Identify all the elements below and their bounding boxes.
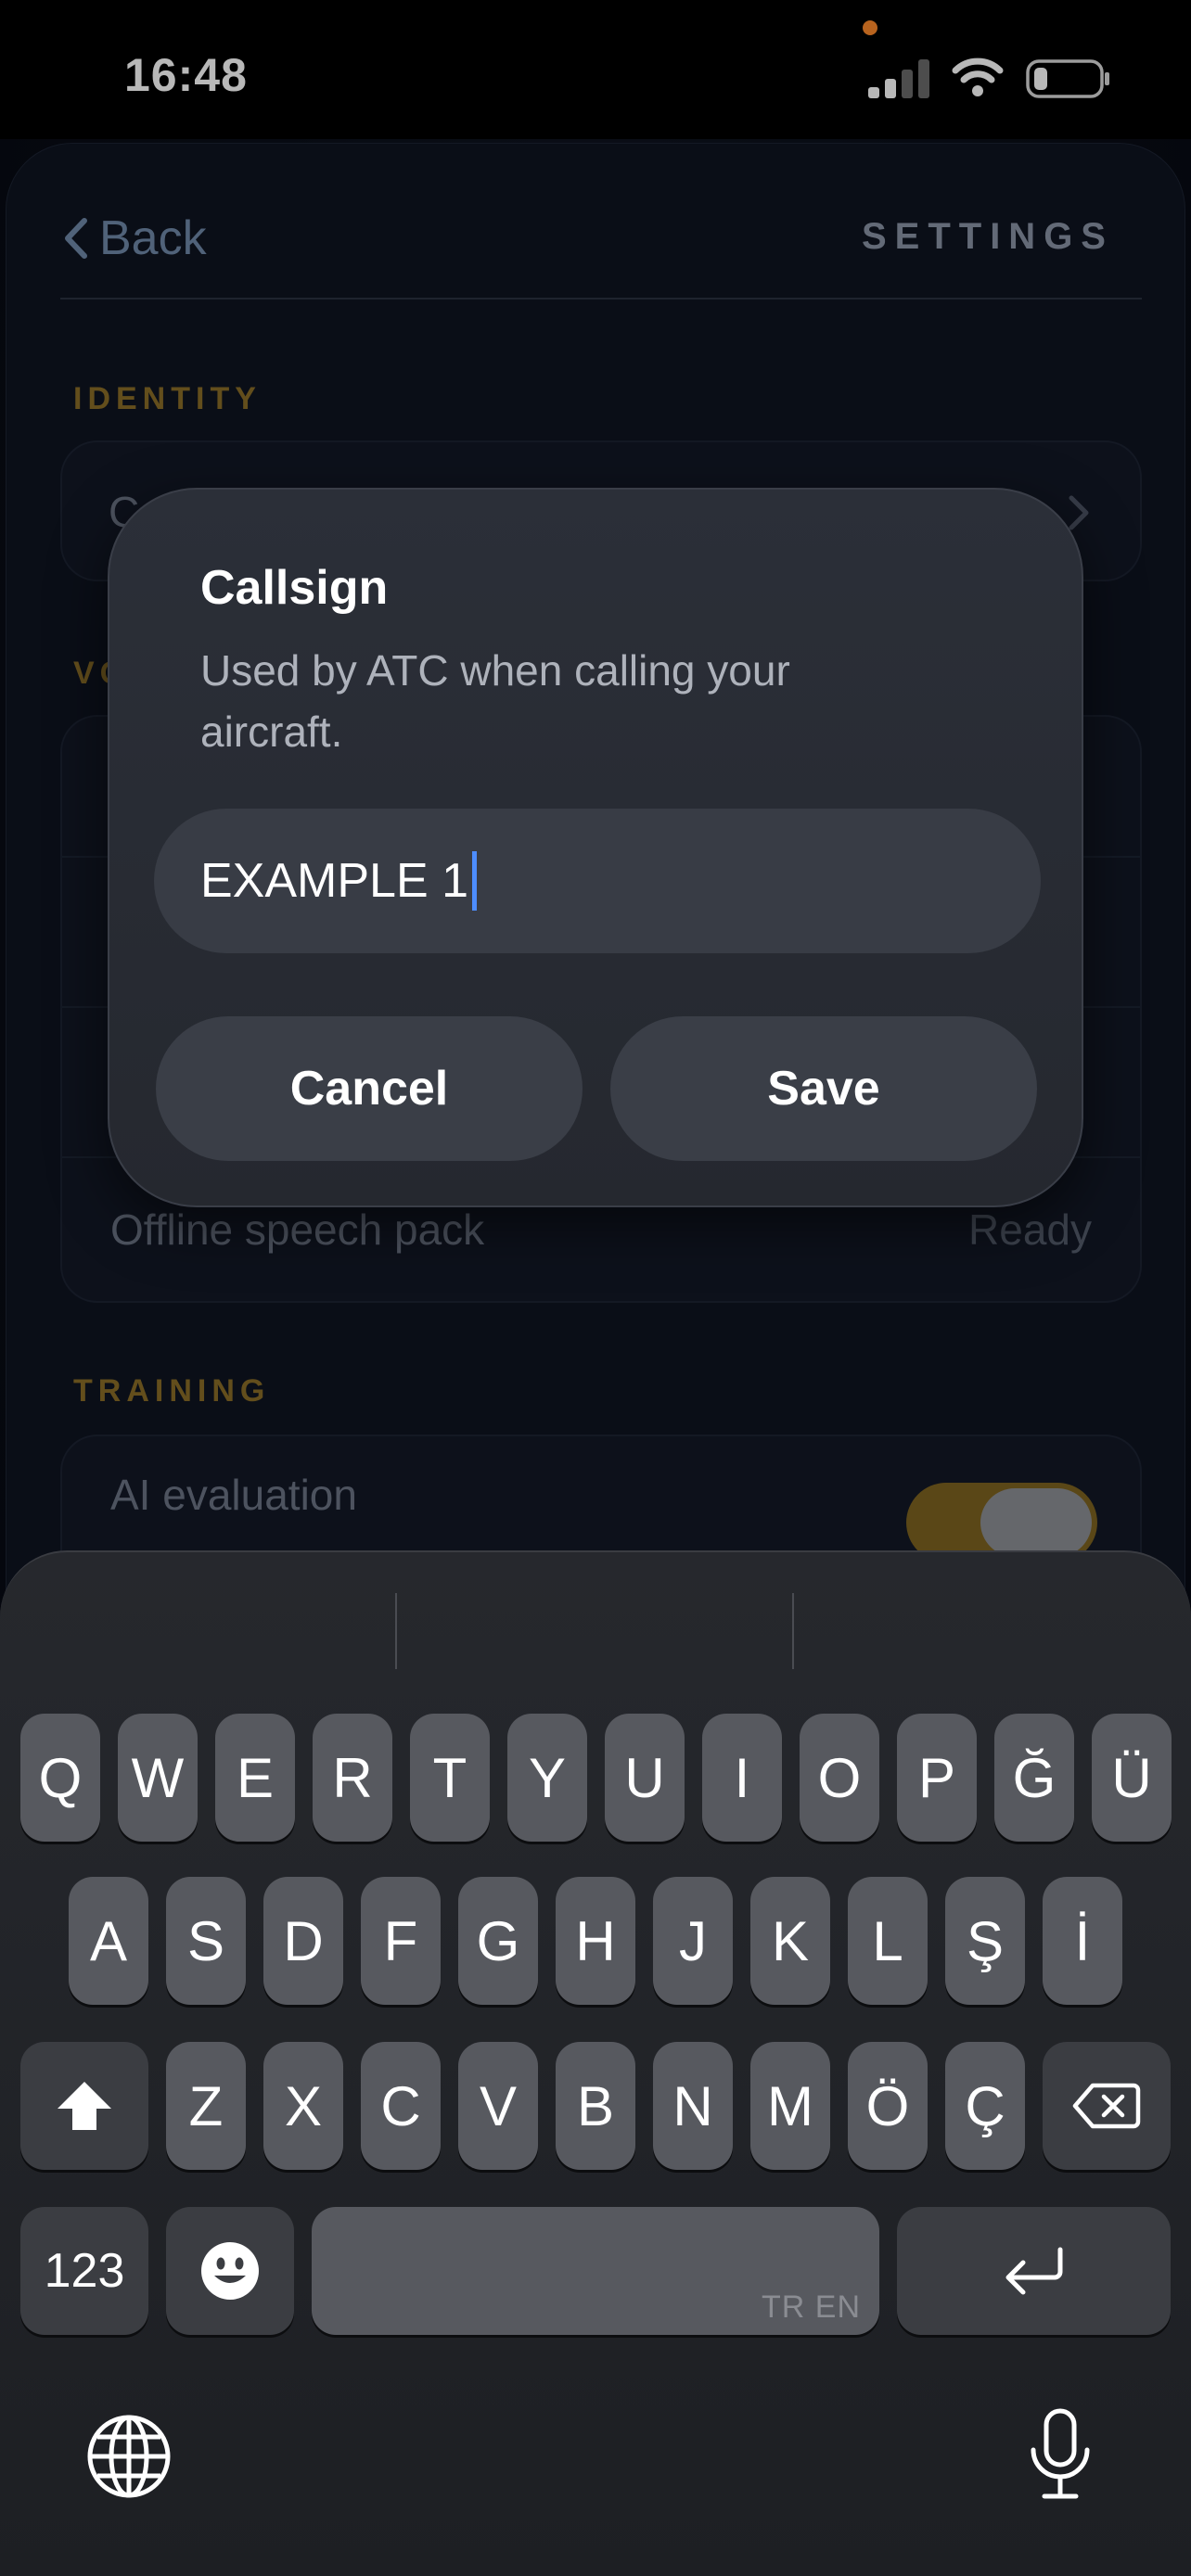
cancel-button[interactable]: Cancel (156, 1016, 583, 1161)
key-v[interactable]: V (458, 2042, 538, 2170)
key-s-cedilla[interactable]: Ş (945, 1877, 1025, 2005)
delete-key[interactable] (1043, 2042, 1171, 2170)
callsign-input-value: EXAMPLE 1 (200, 854, 469, 908)
keyboard: Q W E R T Y U I O P Ğ Ü A S D F G H J K … (0, 1550, 1191, 2576)
return-icon (1005, 2247, 1062, 2295)
key-g-breve[interactable]: Ğ (994, 1714, 1074, 1842)
callsign-dialog: Callsign Used by ATC when calling your a… (108, 488, 1083, 1207)
microphone-icon[interactable] (1028, 2407, 1093, 2502)
key-x[interactable]: X (263, 2042, 343, 2170)
key-k[interactable]: K (750, 1877, 830, 2005)
suggestion-divider (395, 1593, 397, 1669)
key-c[interactable]: C (361, 2042, 441, 2170)
shift-icon (58, 2082, 111, 2130)
key-m[interactable]: M (750, 2042, 830, 2170)
key-u-umlaut[interactable]: Ü (1092, 1714, 1172, 1842)
key-u[interactable]: U (605, 1714, 685, 1842)
globe-icon[interactable] (85, 2413, 173, 2500)
key-c-cedilla[interactable]: Ç (945, 2042, 1025, 2170)
key-f[interactable]: F (361, 1877, 441, 2005)
key-i-dot[interactable]: İ (1043, 1877, 1122, 2005)
text-caret (472, 851, 478, 911)
key-e[interactable]: E (215, 1714, 295, 1842)
key-j[interactable]: J (653, 1877, 733, 2005)
key-p[interactable]: P (897, 1714, 977, 1842)
key-i[interactable]: I (702, 1714, 782, 1842)
key-r[interactable]: R (313, 1714, 392, 1842)
return-key[interactable] (897, 2207, 1171, 2335)
key-w[interactable]: W (118, 1714, 198, 1842)
suggestion-divider (792, 1593, 794, 1669)
key-o[interactable]: O (800, 1714, 879, 1842)
emoji-key[interactable] (166, 2207, 294, 2335)
space-key[interactable]: TR EN (312, 2207, 879, 2335)
delete-icon (1072, 2083, 1141, 2129)
key-g[interactable]: G (458, 1877, 538, 2005)
save-button[interactable]: Save (610, 1016, 1037, 1161)
key-y[interactable]: Y (507, 1714, 587, 1842)
key-n[interactable]: N (653, 2042, 733, 2170)
key-l[interactable]: L (848, 1877, 928, 2005)
key-o-umlaut[interactable]: Ö (848, 2042, 928, 2170)
key-h[interactable]: H (556, 1877, 635, 2005)
key-t[interactable]: T (410, 1714, 490, 1842)
key-z[interactable]: Z (166, 2042, 246, 2170)
key-a[interactable]: A (69, 1877, 148, 2005)
shift-key[interactable] (20, 2042, 148, 2170)
key-q[interactable]: Q (20, 1714, 100, 1842)
numbers-key[interactable]: 123 (20, 2207, 148, 2335)
emoji-icon (201, 2242, 259, 2300)
key-d[interactable]: D (263, 1877, 343, 2005)
key-s[interactable]: S (166, 1877, 246, 2005)
space-language-hint: TR EN (762, 2289, 861, 2325)
dialog-title: Callsign (200, 561, 389, 615)
key-b[interactable]: B (556, 2042, 635, 2170)
dialog-message: Used by ATC when calling your aircraft. (200, 646, 790, 756)
callsign-input[interactable]: EXAMPLE 1 (154, 809, 1041, 953)
